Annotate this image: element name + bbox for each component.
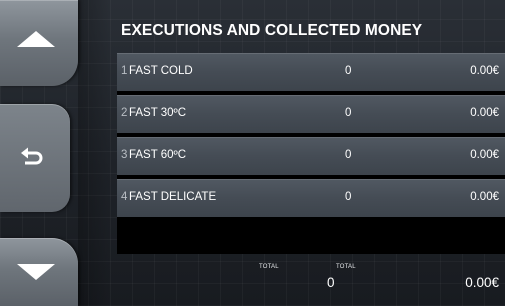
scroll-down-button[interactable]: [0, 238, 78, 306]
rail-shade: [78, 0, 112, 306]
total-count: 0: [327, 275, 335, 290]
row-index: 2: [121, 107, 128, 119]
collected-money: 0.00€: [470, 65, 499, 77]
total-money: 0.00€: [465, 275, 499, 290]
triangle-up-icon: [17, 31, 55, 47]
triangle-down-icon: [17, 264, 55, 280]
table-row[interactable]: 3 FAST 60ºC 0 0.00€: [117, 137, 505, 175]
table-row[interactable]: 4 FAST DELICATE 0 0.00€: [117, 179, 505, 217]
collected-money: 0.00€: [470, 107, 499, 119]
page-title: EXECUTIONS AND COLLECTED MONEY: [121, 22, 423, 39]
program-name: FAST 30ºC: [129, 107, 187, 119]
table-row[interactable]: 2 FAST 30ºC 0 0.00€: [117, 95, 505, 133]
program-name: FAST DELICATE: [129, 191, 217, 203]
table-row[interactable]: 1 FAST COLD 0 0.00€: [117, 53, 505, 91]
row-index: 1: [121, 65, 128, 77]
collected-money: 0.00€: [470, 191, 499, 203]
screen: EXECUTIONS AND COLLECTED MONEY 1 FAST CO…: [0, 0, 505, 306]
back-button[interactable]: [0, 104, 70, 212]
execution-count: 0: [345, 149, 352, 161]
execution-count: 0: [345, 65, 352, 77]
total-label-right: TOTAL: [336, 264, 356, 270]
execution-count: 0: [345, 191, 352, 203]
row-index: 3: [121, 149, 128, 161]
collected-money: 0.00€: [470, 149, 499, 161]
program-name: FAST 60ºC: [129, 149, 187, 161]
total-label-left: TOTAL: [259, 264, 279, 270]
executions-table: 1 FAST COLD 0 0.00€ 2 FAST 30ºC 0 0.00€ …: [117, 53, 505, 254]
execution-count: 0: [345, 107, 352, 119]
return-arrow-icon: [21, 147, 43, 165]
program-name: FAST COLD: [129, 65, 193, 77]
row-index: 4: [121, 191, 128, 203]
navigation-rail: [0, 0, 112, 306]
scroll-up-button[interactable]: [0, 0, 78, 86]
